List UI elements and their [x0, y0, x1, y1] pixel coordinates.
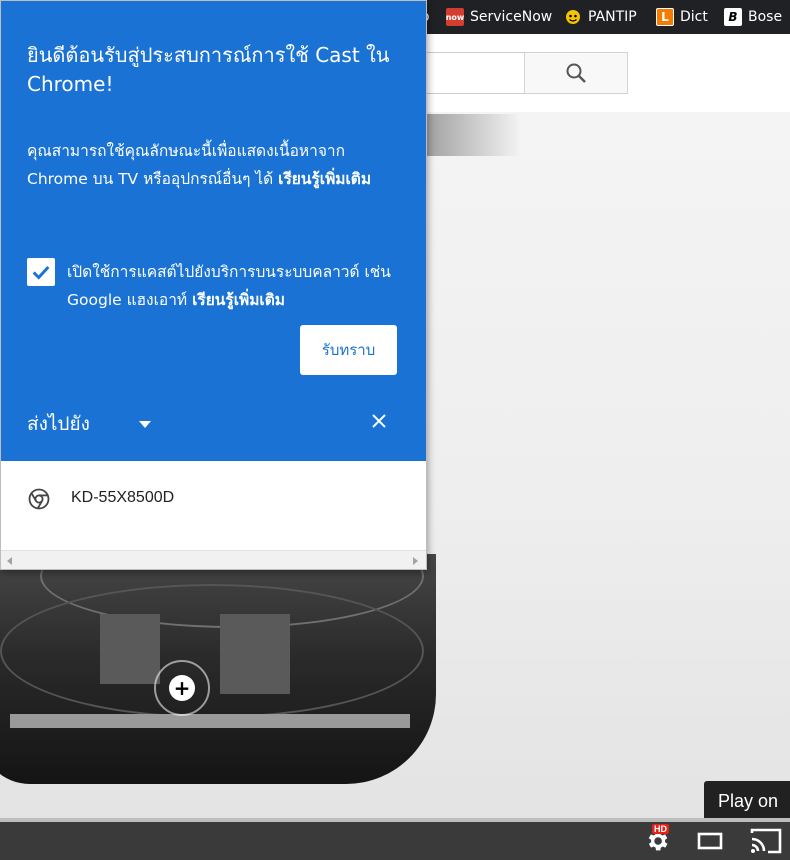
cloud-cast-label: เปิดใช้การแคสต์ไปยังบริการบนระบบคลาวด์ เ… — [67, 258, 407, 314]
player-controls: HD — [0, 822, 790, 860]
bookmark-label: Bose — [748, 9, 783, 25]
learn-more-link[interactable]: เรียนรู้เพิ่มเติม — [278, 170, 371, 188]
scroll-right-icon[interactable] — [413, 557, 418, 565]
cast-icon — [750, 828, 782, 854]
bookmark-label: PANTIP — [588, 9, 637, 25]
theater-mode-icon — [697, 832, 723, 850]
search-button[interactable] — [524, 52, 628, 94]
cast-button[interactable] — [744, 822, 788, 860]
horizontal-scrollbar[interactable] — [1, 550, 426, 569]
search-input[interactable] — [420, 52, 524, 94]
checkmark-icon — [32, 265, 50, 280]
device-item-kd-55x8500d[interactable]: KD-55X8500D — [1, 479, 426, 519]
theater-mode-button[interactable] — [690, 822, 730, 860]
cast-welcome-panel: ยินดีต้อนรับสู่ประสบการณ์การใช้ Cast ใน … — [1, 1, 426, 461]
dict-icon: L — [656, 8, 674, 26]
speaker-part — [100, 614, 160, 684]
speaker-part — [220, 614, 290, 694]
ok-button[interactable]: รับทราบ — [300, 325, 397, 375]
bose-icon: B — [724, 8, 742, 26]
hd-badge: HD — [652, 824, 669, 834]
bookmark-bose[interactable]: B Bose — [724, 0, 782, 34]
bookmark-dict[interactable]: L Dict — [656, 0, 708, 34]
search-icon — [566, 63, 586, 83]
chrome-icon — [28, 488, 50, 510]
add-button[interactable]: + — [154, 660, 210, 716]
cast-to-dropdown[interactable]: ส่งไปยัง — [27, 409, 90, 439]
speaker-ring — [0, 584, 424, 718]
dropdown-arrow-icon[interactable] — [139, 421, 151, 428]
bookmark-pantip[interactable]: PANTIP — [564, 0, 637, 34]
close-button[interactable] — [369, 409, 389, 433]
plus-icon: + — [169, 675, 195, 701]
cast-description: คุณสามารถใช้คุณลักษณะนี้เพื่อแสดงเนื้อหา… — [27, 137, 407, 193]
video-shadow — [420, 114, 520, 156]
settings-button[interactable]: HD — [638, 822, 676, 860]
bookmark-servicenow[interactable]: now ServiceNow — [446, 0, 552, 34]
pantip-icon — [564, 8, 582, 26]
device-name: KD-55X8500D — [71, 489, 175, 506]
cast-title: ยินดีต้อนรับสู่ประสบการณ์การใช้ Cast ใน … — [27, 43, 390, 96]
speaker-base — [10, 714, 410, 728]
cast-dialog: ยินดีต้อนรับสู่ประสบการณ์การใช้ Cast ใน … — [0, 0, 427, 570]
close-icon — [372, 414, 386, 428]
play-on-label: Play on — [718, 790, 779, 811]
bookmark-label: Dict — [680, 9, 708, 25]
speaker-image — [0, 554, 436, 784]
cast-to-row: ส่งไปยัง — [27, 405, 407, 441]
bookmark-label: ServiceNow — [470, 9, 553, 25]
scroll-left-icon[interactable] — [7, 557, 12, 565]
servicenow-icon: now — [446, 8, 464, 26]
play-on-tooltip: Play on — [704, 781, 790, 821]
cloud-learn-more-link[interactable]: เรียนรู้เพิ่มเติม — [192, 291, 285, 309]
cloud-cast-checkbox[interactable] — [27, 258, 55, 286]
